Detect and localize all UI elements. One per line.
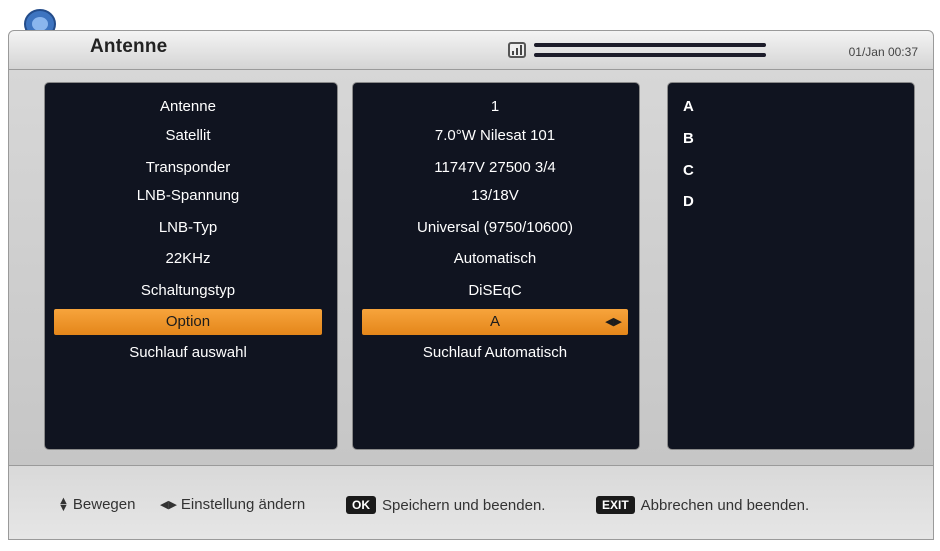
hint-ok: OK Speichern und beenden. bbox=[346, 496, 545, 514]
option-item-a[interactable]: A bbox=[683, 98, 694, 115]
left-right-arrow-icon: ◀▶ bbox=[605, 316, 622, 328]
clock: 01/Jan 00:37 bbox=[848, 45, 918, 59]
up-down-arrow-icon: ▲ ▼ bbox=[58, 494, 69, 514]
option-item-c[interactable]: C bbox=[683, 162, 694, 179]
setting-label-antenne[interactable]: Antenne bbox=[54, 94, 322, 120]
setting-value-schaltungstyp[interactable]: DiSEqC bbox=[362, 278, 628, 304]
hint-change: ◀▶ Einstellung ändern bbox=[160, 496, 305, 513]
hint-exit: EXIT Abbrechen und beenden. bbox=[596, 496, 809, 514]
setting-value-22khz[interactable]: Automatisch bbox=[362, 246, 628, 272]
signal-strength-bar bbox=[534, 43, 766, 47]
signal-icon bbox=[508, 42, 526, 58]
setting-value-suchlauf[interactable]: Suchlauf Automatisch bbox=[362, 340, 628, 366]
options-column bbox=[667, 82, 915, 450]
ok-key: OK bbox=[346, 496, 376, 514]
option-value-text: A bbox=[489, 313, 500, 330]
setting-label-schaltungstyp[interactable]: Schaltungstyp bbox=[54, 278, 322, 304]
option-item-b[interactable]: B bbox=[683, 130, 694, 147]
left-right-arrow-icon: ◀▶ bbox=[160, 499, 177, 511]
exit-key: EXIT bbox=[596, 496, 635, 514]
signal-quality-bar bbox=[534, 53, 766, 57]
hint-move-label: Bewegen bbox=[72, 496, 136, 513]
option-item-d[interactable]: D bbox=[683, 193, 694, 210]
hint-ok-label: Speichern und beenden. bbox=[382, 496, 546, 514]
setting-label-lnb-typ[interactable]: LNB-Typ bbox=[54, 215, 322, 241]
setting-value-lnb-typ[interactable]: Universal (9750/10600) bbox=[362, 215, 628, 241]
setting-value-antenne[interactable]: 1 bbox=[362, 94, 628, 120]
setting-label-satellit[interactable]: Satellit bbox=[54, 123, 322, 149]
hint-move: ▲ ▼ Bewegen bbox=[58, 494, 136, 514]
hint-change-label: Einstellung ändern bbox=[180, 496, 306, 513]
setting-value-lnb-spannung[interactable]: 13/18V bbox=[362, 183, 628, 209]
setting-value-option[interactable]: A ◀▶ bbox=[362, 309, 628, 335]
page-title: Antenne bbox=[90, 36, 168, 57]
setting-label-option[interactable]: Option bbox=[54, 309, 322, 335]
setting-label-22khz[interactable]: 22KHz bbox=[54, 246, 322, 272]
hint-exit-label: Abbrechen und beenden. bbox=[640, 496, 810, 514]
setting-label-suchlauf[interactable]: Suchlauf auswahl bbox=[54, 340, 322, 366]
setting-label-transponder[interactable]: Transponder bbox=[54, 155, 322, 181]
setting-value-satellit[interactable]: 7.0°W Nilesat 101 bbox=[362, 123, 628, 149]
setting-value-transponder[interactable]: 11747V 27500 3/4 bbox=[362, 155, 628, 181]
setting-label-lnb-spannung[interactable]: LNB-Spannung bbox=[54, 183, 322, 209]
